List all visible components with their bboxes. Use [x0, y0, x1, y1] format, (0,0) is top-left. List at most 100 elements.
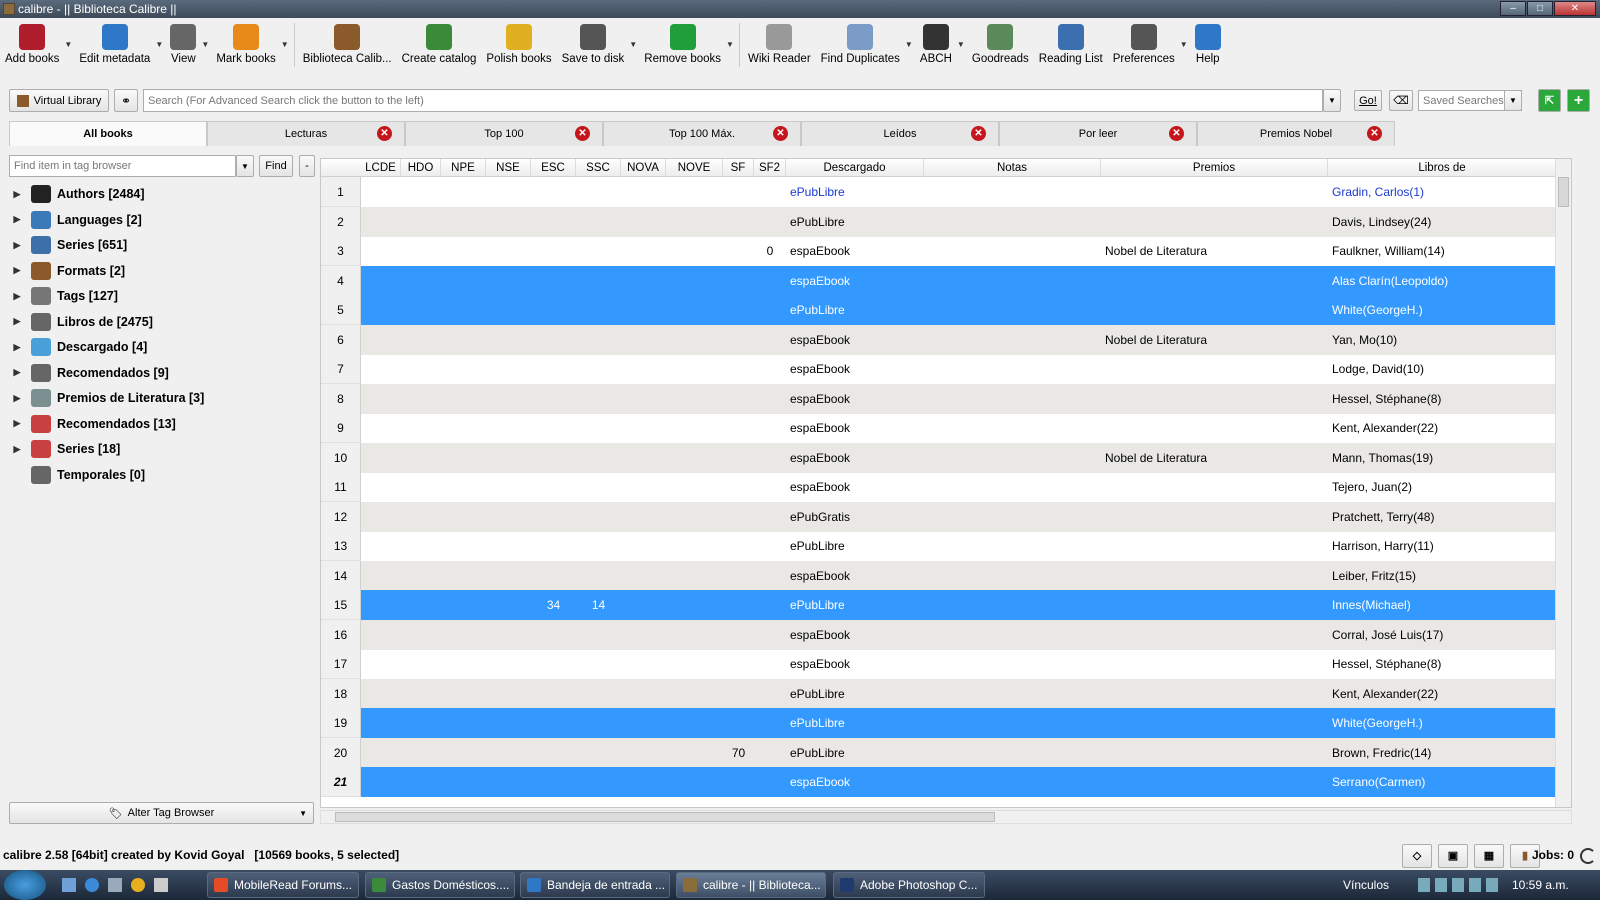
cell-lib[interactable]: Kent, Alexander(22) — [1332, 679, 1561, 709]
column-header-libros-de[interactable]: Libros de — [1328, 159, 1557, 177]
cell-desc[interactable]: espaEbook — [790, 649, 928, 679]
chevron-down-icon[interactable]: ▼ — [281, 18, 291, 49]
cell-lib[interactable]: Hessel, Stéphane(8) — [1332, 384, 1561, 414]
table-row[interactable]: 19 ePubLibre White(GeorgeH.) — [321, 708, 1571, 738]
row-number[interactable]: 16 — [321, 619, 361, 650]
tag-find-button[interactable]: Find — [259, 155, 293, 177]
column-header-npe[interactable]: NPE — [441, 159, 486, 177]
expand-arrow-icon[interactable]: ▶ — [9, 265, 25, 276]
links-toolbar-label[interactable]: Vínculos — [1343, 878, 1389, 892]
cell-lib[interactable]: Harrison, Harry(11) — [1332, 531, 1561, 561]
column-header-lcde[interactable]: LCDE — [361, 159, 401, 177]
chevron-down-icon[interactable]: ▼ — [957, 18, 967, 49]
search-input[interactable]: Search (For Advanced Search click the bu… — [143, 89, 1323, 112]
table-row[interactable]: 3 0 espaEbook Nobel de Literatura Faulkner, … — [321, 236, 1571, 266]
toolbar-abch-button[interactable]: ABCH — [915, 18, 957, 72]
chevron-down-icon[interactable]: ▼ — [905, 18, 915, 49]
cell-lib[interactable]: Faulkner, William(14) — [1332, 236, 1561, 266]
tag-category-descargado-4[interactable]: ▶ Descargado [4] — [9, 336, 147, 358]
column-header-hdo[interactable]: HDO — [401, 159, 441, 177]
cell-lib[interactable]: Gradin, Carlos(1) — [1332, 177, 1561, 207]
toolbar-polish-books-button[interactable]: Polish books — [481, 18, 556, 72]
save-search-button[interactable]: + — [1567, 89, 1590, 112]
tag-category-series-18[interactable]: ▶ Series [18] — [9, 438, 120, 460]
tab-top-100[interactable]: Top 100 ✕ — [405, 121, 603, 146]
cell-desc[interactable]: espaEbook — [790, 620, 928, 650]
close-tab-icon[interactable]: ✕ — [971, 126, 986, 141]
search-history-dropdown[interactable]: ▼ — [1323, 89, 1341, 112]
tag-category-languages-2[interactable]: ▶ Languages [2] — [9, 209, 142, 231]
column-header-nse[interactable]: NSE — [486, 159, 531, 177]
cell-desc[interactable]: espaEbook — [790, 236, 928, 266]
row-number[interactable]: 10 — [321, 442, 361, 473]
table-row[interactable]: 21 espaEbook Serrano(Carmen) — [321, 767, 1571, 797]
tab-top-100-m-x[interactable]: Top 100 Máx. ✕ — [603, 121, 801, 146]
table-row[interactable]: 13 ePubLibre Harrison, Harry(11) — [321, 531, 1571, 561]
tag-category-temporales-0[interactable]: Temporales [0] — [9, 464, 145, 486]
start-button[interactable] — [4, 870, 46, 900]
row-number[interactable]: 15 — [321, 590, 361, 620]
cover-grid-toggle[interactable]: ▦ — [1474, 844, 1504, 868]
expand-arrow-icon[interactable]: ▶ — [9, 316, 25, 327]
expand-arrow-icon[interactable]: ▶ — [9, 367, 25, 378]
cell-desc[interactable]: ePubLibre — [790, 708, 928, 738]
toolbar-view-button[interactable]: View — [165, 18, 201, 72]
cell-desc[interactable]: espaEbook — [790, 413, 928, 443]
horizontal-scrollbar[interactable] — [320, 810, 1572, 824]
saved-searches-dropdown[interactable]: ▼ — [1504, 90, 1522, 111]
row-number[interactable]: 13 — [321, 531, 361, 561]
cell-lib[interactable]: White(GeorgeH.) — [1332, 708, 1561, 738]
cell-lib[interactable]: Mann, Thomas(19) — [1332, 443, 1561, 473]
row-number[interactable]: 9 — [321, 413, 361, 443]
toolbar-save-to-disk-button[interactable]: Save to disk — [557, 18, 630, 72]
tab-lecturas[interactable]: Lecturas ✕ — [207, 121, 405, 146]
cell-desc[interactable]: ePubLibre — [790, 531, 928, 561]
cell-lib[interactable]: Hessel, Stéphane(8) — [1332, 649, 1561, 679]
chevron-down-icon[interactable]: ▼ — [64, 18, 74, 49]
row-number[interactable]: 2 — [321, 206, 361, 237]
toolbar-add-books-button[interactable]: Add books — [0, 18, 64, 72]
cell-lib[interactable]: White(GeorgeH.) — [1332, 295, 1561, 325]
cell-lib[interactable]: Brown, Fredric(14) — [1332, 738, 1561, 768]
column-header-nova[interactable]: NOVA — [621, 159, 666, 177]
cell-ssc[interactable]: 14 — [576, 590, 621, 620]
clock[interactable]: 10:59 a.m. — [1512, 878, 1569, 892]
cell-prem[interactable]: Nobel de Literatura — [1105, 236, 1332, 266]
h-scroll-thumb[interactable] — [335, 812, 995, 822]
ie-icon[interactable] — [85, 878, 99, 892]
tag-category-tags-127[interactable]: ▶ Tags [127] — [9, 285, 118, 307]
column-header-ssc[interactable]: SSC — [576, 159, 621, 177]
expand-arrow-icon[interactable]: ▶ — [9, 393, 25, 404]
chevron-down-icon[interactable]: ▼ — [726, 18, 736, 49]
row-number[interactable]: 11 — [321, 472, 361, 502]
row-number[interactable]: 1 — [321, 177, 361, 207]
close-window-button[interactable]: ✕ — [1554, 1, 1596, 16]
tag-browser-toggle[interactable]: ◇ — [1402, 844, 1432, 868]
tag-find-input[interactable]: Find item in tag browser — [9, 155, 236, 177]
close-tab-icon[interactable]: ✕ — [377, 126, 392, 141]
cell-desc[interactable]: espaEbook — [790, 561, 928, 591]
tab-all-books[interactable]: All books — [9, 121, 207, 146]
copy-search-button[interactable]: ⇱ — [1538, 89, 1561, 112]
cell-sf2[interactable]: 0 — [754, 236, 786, 266]
chevron-down-icon[interactable]: ▼ — [629, 18, 639, 49]
cell-desc[interactable]: espaEbook — [790, 266, 928, 296]
calculator-icon[interactable] — [154, 878, 168, 892]
chevron-down-icon[interactable]: ▼ — [1180, 18, 1190, 49]
table-row[interactable]: 15 34 14 ePubLibre Innes(Michael) — [321, 590, 1571, 620]
row-number[interactable]: 19 — [321, 708, 361, 738]
row-number[interactable]: 7 — [321, 354, 361, 384]
expand-arrow-icon[interactable]: ▶ — [9, 342, 25, 353]
tag-category-libros-de-2475[interactable]: ▶ Libros de [2475] — [9, 311, 153, 333]
column-header-descargado[interactable]: Descargado — [786, 159, 924, 177]
cell-desc[interactable]: ePubLibre — [790, 738, 928, 768]
advanced-search-button[interactable]: ⚭ — [114, 89, 138, 112]
table-row[interactable]: 17 espaEbook Hessel, Stéphane(8) — [321, 649, 1571, 679]
row-number[interactable]: 14 — [321, 560, 361, 591]
row-number[interactable]: 8 — [321, 383, 361, 414]
cell-lib[interactable]: Innes(Michael) — [1332, 590, 1561, 620]
tag-find-dropdown[interactable]: ▼ — [236, 155, 254, 177]
toolbar-goodreads-button[interactable]: Goodreads — [967, 18, 1034, 72]
column-header-sf[interactable]: SF — [723, 159, 754, 177]
cell-esc[interactable]: 34 — [531, 590, 576, 620]
